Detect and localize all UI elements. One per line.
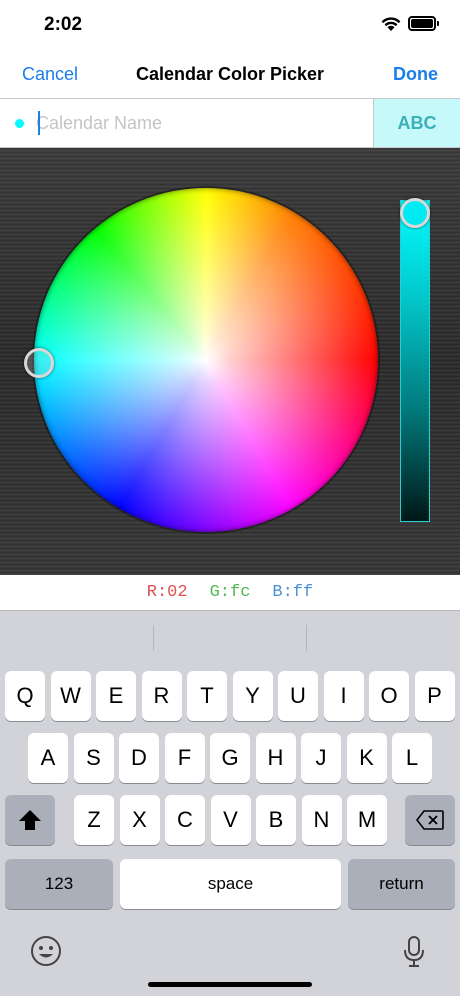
microphone-icon xyxy=(404,936,424,967)
key-m[interactable]: M xyxy=(347,795,387,845)
status-bar: 2:02 xyxy=(0,0,460,50)
key-z[interactable]: Z xyxy=(74,795,114,845)
key-x[interactable]: X xyxy=(119,795,160,845)
color-wheel[interactable] xyxy=(34,188,378,532)
status-time: 2:02 xyxy=(44,14,83,35)
key-f[interactable]: F xyxy=(164,733,205,783)
text-style-button[interactable]: ABC xyxy=(373,99,460,147)
key-p[interactable]: P xyxy=(414,671,455,721)
home-indicator xyxy=(148,982,312,987)
brightness-slider[interactable] xyxy=(400,200,430,522)
key-q[interactable]: Q xyxy=(5,671,45,721)
space-key[interactable]: space xyxy=(120,859,341,909)
key-l[interactable]: L xyxy=(392,733,432,783)
key-t[interactable]: T xyxy=(187,671,227,721)
key-e[interactable]: E xyxy=(96,671,136,721)
nav-bar: Cancel Calendar Color Picker Done xyxy=(0,50,460,98)
green-value: G:fc xyxy=(209,583,251,602)
color-picker-area xyxy=(0,148,460,575)
delete-icon xyxy=(416,810,444,830)
suggestion-divider xyxy=(306,625,307,651)
page-title: Calendar Color Picker xyxy=(135,64,325,84)
red-value: R:02 xyxy=(146,583,188,602)
key-r[interactable]: R xyxy=(141,671,182,721)
key-u[interactable]: U xyxy=(278,671,318,721)
key-k[interactable]: K xyxy=(346,733,387,783)
key-w[interactable]: W xyxy=(50,671,91,721)
color-preview-dot xyxy=(15,119,24,128)
done-button[interactable]: Done xyxy=(393,64,438,85)
emoji-button[interactable] xyxy=(28,933,64,969)
key-j[interactable]: J xyxy=(301,733,341,783)
key-g[interactable]: G xyxy=(210,733,250,783)
key-v[interactable]: V xyxy=(210,795,251,845)
key-y[interactable]: Y xyxy=(232,671,273,721)
key-d[interactable]: D xyxy=(119,733,159,783)
return-key[interactable]: return xyxy=(348,859,455,909)
key-s[interactable]: S xyxy=(73,733,114,783)
emoji-icon xyxy=(31,936,61,966)
key-i[interactable]: I xyxy=(323,671,364,721)
battery-icon xyxy=(408,16,439,31)
wifi-icon xyxy=(381,17,401,31)
color-wheel-handle[interactable] xyxy=(24,348,54,378)
numbers-key[interactable]: 123 xyxy=(5,859,113,909)
blue-value: B:ff xyxy=(272,583,314,602)
key-n[interactable]: N xyxy=(301,795,342,845)
calendar-name-row: ABC xyxy=(0,98,460,148)
dictation-button[interactable] xyxy=(398,933,430,971)
suggestion-divider xyxy=(153,625,154,651)
key-o[interactable]: O xyxy=(369,671,409,721)
brightness-slider-handle[interactable] xyxy=(400,198,430,228)
key-a[interactable]: A xyxy=(28,733,68,783)
delete-key[interactable] xyxy=(405,795,455,845)
shift-key[interactable] xyxy=(5,795,55,845)
key-b[interactable]: B xyxy=(256,795,296,845)
calendar-name-input[interactable] xyxy=(36,107,356,139)
key-h[interactable]: H xyxy=(255,733,296,783)
keyboard: QWERTYUIOP ASDFGHJKL ZXCVBNM 123 space r… xyxy=(0,610,460,996)
rgb-readout: R:02 G:fc B:ff xyxy=(0,575,460,610)
key-c[interactable]: C xyxy=(165,795,205,845)
text-caret xyxy=(38,111,40,135)
shift-icon xyxy=(19,810,41,830)
